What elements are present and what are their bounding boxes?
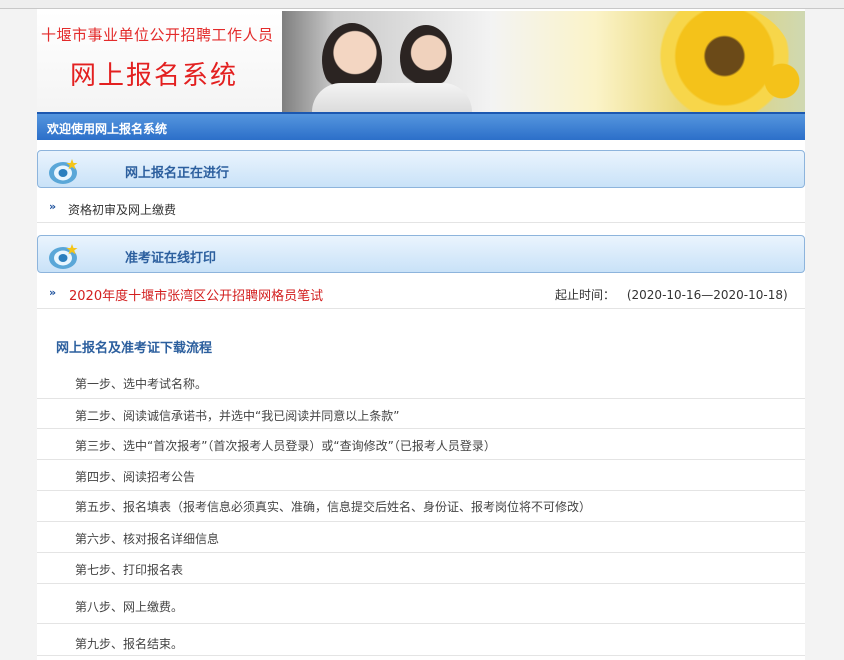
right-page-margin: [805, 9, 844, 660]
step-text: 第四步、阅读招考公告: [75, 470, 196, 484]
step-item: 第三步、选中“首次报考”（首次报考人员登录）或“查询修改”（已报考人员登录）: [37, 428, 805, 460]
date-range: (2020-10-16—2020-10-18): [626, 288, 788, 302]
banner-subtitle: 十堰市事业单位公开招聘工作人员: [41, 26, 274, 44]
step-item: 第二步、阅读诚信承诺书，并选中“我已阅读并同意以上条款”: [37, 398, 805, 429]
list-item[interactable]: » 2020年度十堰市张湾区公开招聘网格员笔试 起止时间： (2020-10-1…: [37, 278, 805, 309]
banner-title: 网上报名系统: [70, 61, 239, 91]
section-header-admission-ticket: 准考证在线打印: [37, 235, 805, 273]
step-text: 第一步、选中考试名称。: [75, 377, 208, 391]
section-title: 网上报名正在进行: [125, 166, 230, 181]
banner-text-area: 十堰市事业单位公开招聘工作人员 网上报名系统: [37, 11, 282, 112]
step-text: 第二步、阅读诚信承诺书，并选中“我已阅读并同意以上条款”: [75, 409, 400, 423]
exam-date: 起止时间： (2020-10-16—2020-10-18): [555, 286, 788, 303]
double-chevron-right-icon: »: [49, 200, 57, 213]
step-item: 第七步、打印报名表: [37, 552, 805, 584]
list-item[interactable]: » 资格初审及网上缴费: [37, 192, 805, 223]
browser-top-strip: [0, 0, 844, 9]
operator-figure-2: [400, 25, 452, 91]
date-label: 起止时间：: [555, 288, 616, 302]
step-item: 第六步、核对报名详细信息: [37, 521, 805, 553]
speaker-star-icon: [49, 159, 78, 184]
header-banner: 十堰市事业单位公开招聘工作人员 网上报名系统: [37, 11, 805, 112]
step-text: 第三步、选中“首次报考”（首次报考人员登录）或“查询修改”（已报考人员登录）: [75, 439, 496, 453]
welcome-bar: 欢迎使用网上报名系统: [37, 112, 805, 140]
step-item: 第五步、报名填表（报考信息必须真实、准确，信息提交后姓名、身份证、报考岗位将不可…: [37, 490, 805, 522]
sunflower-leaf-icon: [752, 51, 805, 111]
exam-link[interactable]: 2020年度十堰市张湾区公开招聘网格员笔试: [69, 285, 323, 304]
step-text: 第八步、网上缴费。: [75, 600, 184, 614]
step-text: 第九步、报名结束。: [75, 637, 184, 651]
page-container: 十堰市事业单位公开招聘工作人员 网上报名系统 欢迎使用网上报名系统 网上报名正在…: [37, 11, 805, 660]
welcome-text: 欢迎使用网上报名系统: [47, 122, 168, 136]
section-header-registration: 网上报名正在进行: [37, 150, 805, 188]
operator-shirt: [312, 83, 472, 112]
step-text: 第五步、报名填表（报考信息必须真实、准确，信息提交后姓名、身份证、报考岗位将不可…: [75, 500, 592, 514]
step-item: 第一步、选中考试名称。: [37, 367, 805, 399]
step-item: 第八步、网上缴费。: [37, 583, 805, 624]
step-item: 第四步、阅读招考公告: [37, 459, 805, 491]
step-text: 第七步、打印报名表: [75, 563, 184, 577]
double-chevron-right-icon: »: [49, 286, 57, 299]
flow-title: 网上报名及准考证下载流程: [56, 341, 213, 356]
left-page-margin: [0, 9, 37, 660]
speaker-star-icon: [49, 244, 78, 269]
step-text: 第六步、核对报名详细信息: [75, 532, 220, 546]
section-title: 准考证在线打印: [125, 251, 217, 266]
banner-photo: [282, 11, 805, 112]
step-item: 第九步、报名结束。: [37, 623, 805, 656]
list-item-label[interactable]: 资格初审及网上缴费: [68, 201, 176, 218]
